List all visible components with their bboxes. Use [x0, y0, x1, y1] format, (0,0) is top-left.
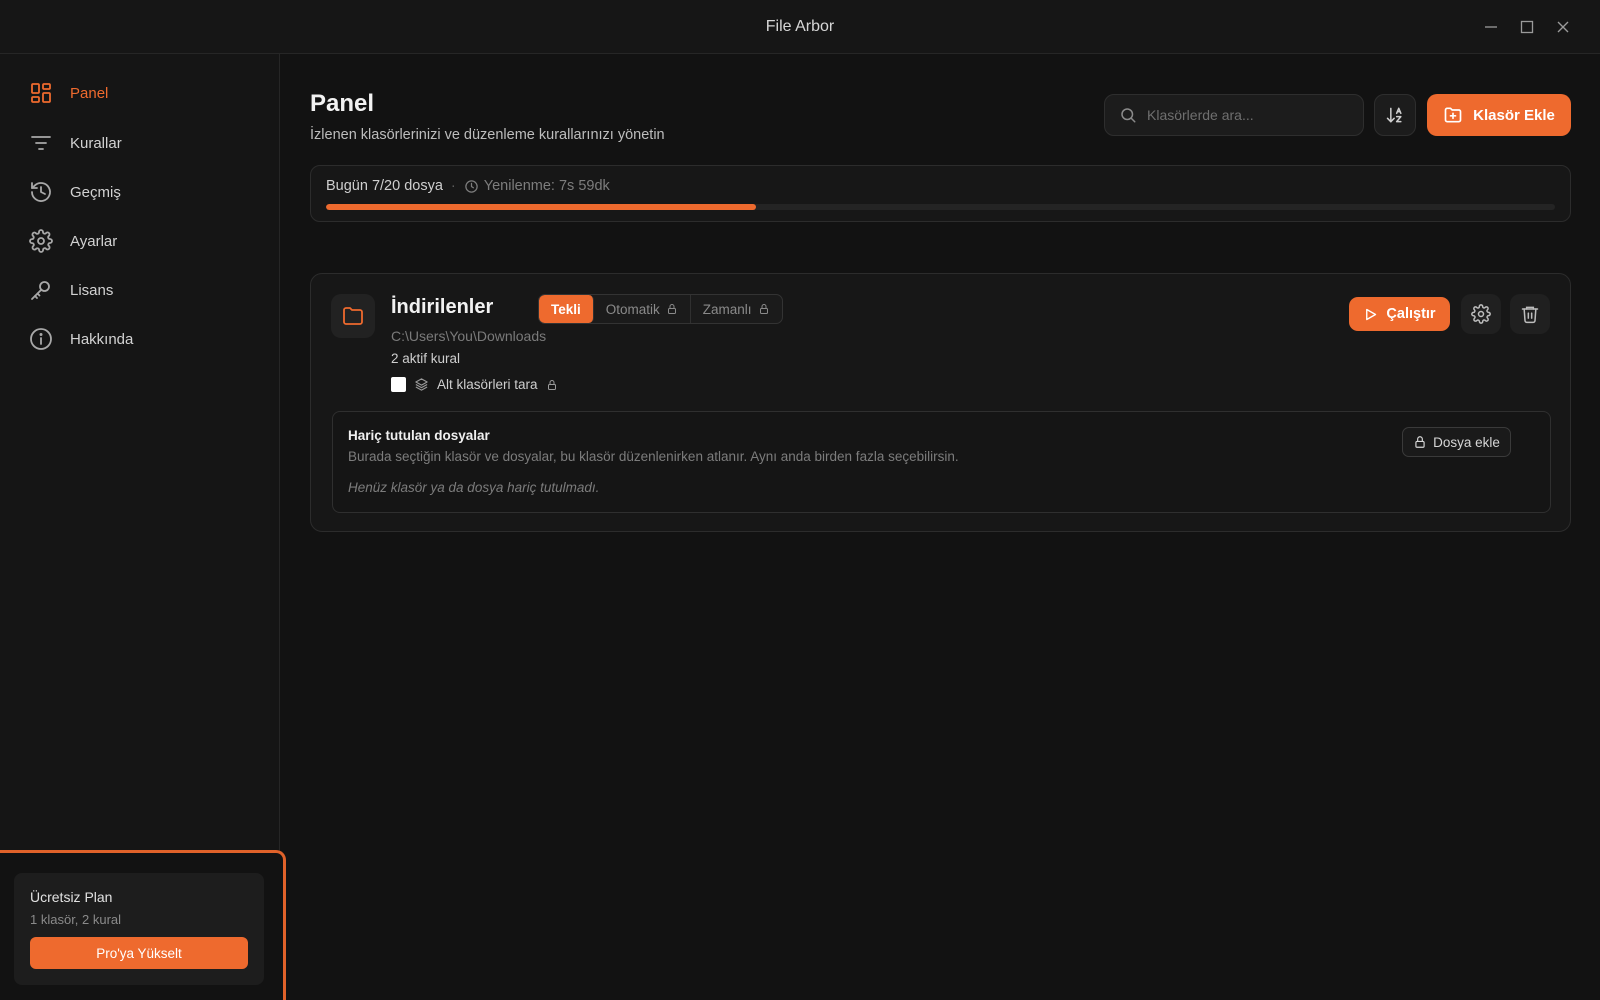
scan-subfolders-option: Alt klasörleri tara [391, 377, 558, 392]
minimize-icon [1485, 26, 1497, 28]
maximize-icon [1520, 20, 1534, 34]
folder-plus-icon [1444, 107, 1462, 123]
folder-settings-button[interactable] [1461, 294, 1501, 334]
lock-icon [547, 379, 556, 390]
scan-subfolders-label: Alt klasörleri tara [437, 377, 538, 392]
mode-label: Otomatik [605, 301, 660, 317]
plan-card: Ücretsiz Plan 1 klasör, 2 kural Pro'ya Y… [14, 873, 264, 985]
lock-icon [759, 304, 768, 314]
close-icon [1557, 21, 1569, 33]
mode-automatic[interactable]: Otomatik [594, 295, 691, 323]
search-icon [1121, 108, 1136, 123]
mode-single[interactable]: Tekli [539, 295, 594, 323]
dashboard-icon [28, 80, 54, 106]
mode-label: Tekli [551, 301, 581, 317]
window-title: File Arbor [765, 18, 835, 35]
usage-progress-fill [326, 204, 757, 210]
scan-subfolders-checkbox[interactable] [391, 377, 406, 392]
main-content: Panel İzlenen klasörlerinizi ve düzenlem… [281, 54, 1600, 1000]
mode-scheduled[interactable]: Zamanlı [691, 295, 782, 323]
lock-icon [1415, 436, 1425, 448]
add-excluded-file-label: Dosya ekle [1433, 434, 1500, 450]
page-title: Panel [310, 90, 375, 117]
usage-card: Bugün 7/20 dosya · Yenilenme: 7s 59dk [310, 165, 1571, 222]
add-excluded-file-button[interactable]: Dosya ekle [1402, 427, 1511, 457]
sidebar-item-label: Hakkında [70, 330, 134, 348]
gear-icon [1471, 304, 1491, 324]
folder-icon [331, 294, 375, 338]
excluded-empty-state: Henüz klasör ya da dosya hariç tutulmadı… [348, 480, 600, 495]
sort-az-icon [1386, 107, 1402, 123]
renew-text: Yenilenme: 7s 59dk [483, 178, 610, 194]
mode-label: Zamanlı [702, 301, 752, 317]
info-icon [28, 326, 54, 352]
play-icon [1366, 308, 1377, 320]
lock-icon [667, 304, 676, 314]
excluded-files-section: Hariç tutulan dosyalar Burada seçtiğin k… [332, 411, 1551, 513]
folder-name: İndirilenler [391, 296, 494, 318]
run-button[interactable]: Çalıştır [1349, 297, 1450, 331]
renew-info: Yenilenme: 7s 59dk [464, 178, 610, 194]
clock-icon [465, 179, 478, 193]
folder-path: C:\Users\You\Downloads [391, 328, 547, 344]
usage-progress-bar [326, 204, 1555, 210]
gear-icon [28, 228, 54, 254]
sidebar-item-history[interactable]: Geçmiş [28, 172, 258, 212]
maximize-button[interactable] [1514, 14, 1540, 40]
filter-icon [28, 130, 54, 156]
upgrade-button[interactable]: Pro'ya Yükselt [30, 937, 248, 969]
run-label: Çalıştır [1386, 306, 1436, 322]
sidebar-item-settings[interactable]: Ayarlar [28, 221, 258, 261]
active-rules-count: 2 aktif kural [391, 351, 461, 366]
mode-selector: Tekli Otomatik Zamanlı [538, 294, 783, 324]
key-icon [28, 277, 54, 303]
plan-title: Ücretsiz Plan [30, 889, 113, 905]
sidebar-item-label: Geçmiş [70, 183, 121, 201]
sidebar-item-rules[interactable]: Kurallar [28, 123, 258, 163]
sidebar-item-license[interactable]: Lisans [28, 270, 258, 310]
add-folder-label: Klasör Ekle [1473, 106, 1555, 124]
sidebar-item-label: Kurallar [70, 134, 122, 152]
excluded-title: Hariç tutulan dosyalar [348, 428, 490, 443]
minimize-button[interactable] [1478, 14, 1504, 40]
sort-button[interactable] [1374, 94, 1416, 136]
sidebar-item-about[interactable]: Hakkında [28, 319, 258, 359]
search-box[interactable] [1104, 94, 1364, 136]
excluded-description: Burada seçtiğin klasör ve dosyalar, bu k… [348, 449, 959, 464]
sidebar-item-panel[interactable]: Panel [28, 73, 258, 113]
add-folder-button[interactable]: Klasör Ekle [1427, 94, 1571, 136]
close-button[interactable] [1550, 14, 1576, 40]
delete-folder-button[interactable] [1510, 294, 1550, 334]
history-icon [28, 179, 54, 205]
sidebar-item-label: Panel [70, 84, 109, 102]
search-input[interactable] [1147, 107, 1347, 123]
usage-separator: · [450, 178, 456, 194]
layers-icon [415, 378, 428, 391]
usage-count: Bugün 7/20 dosya [326, 178, 443, 194]
plan-limits: 1 klasör, 2 kural [30, 912, 122, 927]
trash-icon [1521, 306, 1539, 324]
page-subtitle: İzlenen klasörlerinizi ve düzenleme kura… [310, 127, 665, 143]
sidebar-item-label: Lisans [70, 281, 114, 299]
folder-card: İndirilenler Tekli Otomatik Zamanlı C:\U… [310, 273, 1571, 532]
sidebar-item-label: Ayarlar [70, 232, 118, 250]
plan-panel: Ücretsiz Plan 1 klasör, 2 kural Pro'ya Y… [0, 850, 286, 1000]
title-bar: File Arbor [0, 0, 1600, 54]
usage-summary: Bugün 7/20 dosya · Yenilenme: 7s 59dk [326, 178, 610, 194]
